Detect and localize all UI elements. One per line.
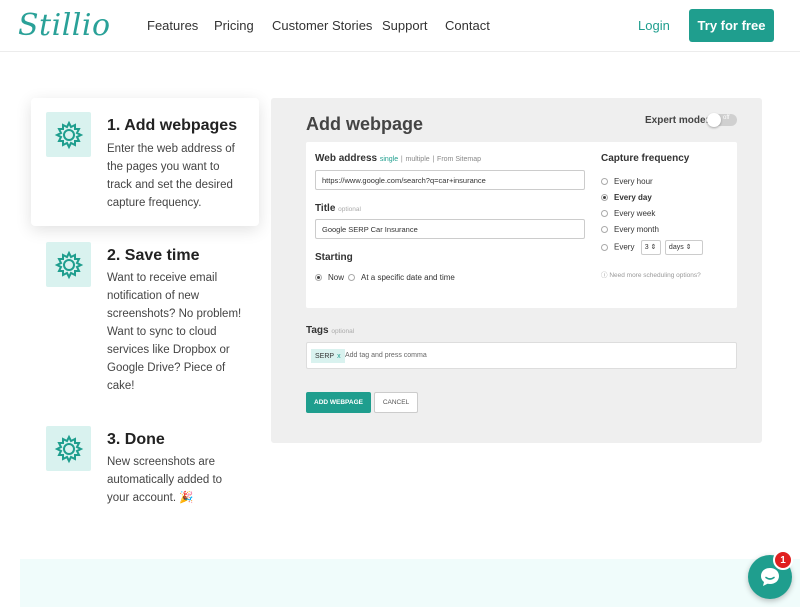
nav-support[interactable]: Support [382,18,428,33]
step-description: Enter the web address of the pages you w… [107,143,235,209]
radio-button[interactable] [601,178,608,186]
radio-button[interactable] [315,274,322,282]
radio-button[interactable] [601,244,608,251]
step-title: 1. Add webpages [107,117,238,134]
login-link[interactable]: Login [638,18,670,33]
tag-chip-label: SERP [315,352,335,360]
add-webpage-panel: Add webpage Expert mode: off Web address… [271,98,762,443]
option-label: Every hour [614,177,653,186]
option-label: Now [328,273,345,282]
bottom-section [20,559,800,607]
chat-icon [761,568,779,586]
radio-button[interactable] [601,194,608,202]
radio-button[interactable] [348,274,355,282]
every-unit-select[interactable]: days ⇕ [664,240,703,255]
step-description: New screenshots are automatically added … [107,456,223,504]
step-description: Want to receive email notification of ne… [107,272,242,392]
expert-mode-label: Expert mode: [645,115,709,126]
logo[interactable]: Stillio [18,8,111,43]
freq-day-option[interactable]: Every day [601,193,652,202]
freq-hour-option[interactable]: Every hour [601,177,653,186]
webpage-form-card: Web address single | multiple | From Sit… [306,142,737,308]
optional-hint: optional [331,328,355,335]
tag-chip: SERP x [311,349,345,363]
toggle-knob [707,113,721,127]
title-input[interactable]: Google SERP Car Insurance [315,219,585,239]
mode-multiple-link[interactable]: multiple [406,156,430,163]
panel-title: Add webpage [306,114,424,134]
option-label: Every day [614,193,652,202]
radio-button[interactable] [601,210,608,218]
step-add-webpages: 1. Add webpages Enter the web address of… [31,98,259,226]
cancel-button[interactable]: CANCEL [374,392,418,413]
nav-contact[interactable]: Contact [445,18,490,33]
option-label: At a specific date and time [361,273,455,282]
web-address-label-text: Web address [315,153,378,164]
start-specific-option[interactable]: At a specific date and time [348,273,455,282]
start-now-option[interactable]: Now [315,273,344,282]
optional-hint: optional [338,206,361,213]
gear-icon [46,426,91,471]
select-value: days [668,244,684,251]
mode-single-link[interactable]: single [380,156,398,163]
starting-label: Starting [315,252,353,263]
mode-separator: | [400,156,403,163]
site-header: Stillio Features Pricing Customer Storie… [0,0,800,52]
step-title: 3. Done [107,431,165,448]
step-save-time: 2. Save time Want to receive email notif… [31,240,259,400]
nav-customer-stories[interactable]: Customer Stories [272,18,372,33]
title-label-text: Title [315,203,336,214]
url-input[interactable]: https://www.google.com/search?q=car+insu… [315,170,585,190]
step-title: 2. Save time [107,247,200,264]
toggle-state: off [723,115,730,121]
nav-features[interactable]: Features [147,18,198,33]
radio-button[interactable] [601,226,608,234]
select-value: 3 [644,244,649,251]
freq-month-option[interactable]: Every month [601,225,659,234]
option-label: Every month [614,225,659,234]
mode-sitemap-link[interactable]: From Sitemap [437,156,481,163]
freq-custom-option[interactable]: Every 3 ⇕ days ⇕ [601,240,703,255]
tags-input[interactable]: SERP x Add tag and press comma [306,342,737,369]
capture-frequency-label: Capture frequency [601,153,690,164]
option-label: Every [614,242,635,252]
more-scheduling-options-link[interactable]: ⓘ Need more scheduling options? [601,269,701,279]
tags-label: Tags optional [306,325,354,336]
gear-icon [46,112,91,157]
tags-label-text: Tags [306,325,329,336]
every-count-select[interactable]: 3 ⇕ [640,240,661,255]
notification-badge: 1 [773,550,793,570]
gear-icon [46,242,91,287]
option-label: Every week [614,209,656,218]
tags-placeholder: Add tag and press comma [345,352,427,359]
add-webpage-button[interactable]: ADD WEBPAGE [306,392,371,413]
title-label: Title optional [315,203,361,214]
expert-mode-toggle[interactable]: off [707,113,737,127]
remove-tag-icon[interactable]: x [337,353,341,360]
try-for-free-button[interactable]: Try for free [689,9,774,42]
web-address-label: Web address single | multiple | From Sit… [315,153,481,164]
mode-separator: | [432,156,435,163]
step-done: 3. Done New screenshots are automaticall… [31,424,259,514]
nav-pricing[interactable]: Pricing [214,18,254,33]
link-label: Need more scheduling options? [609,272,701,279]
freq-week-option[interactable]: Every week [601,209,655,218]
